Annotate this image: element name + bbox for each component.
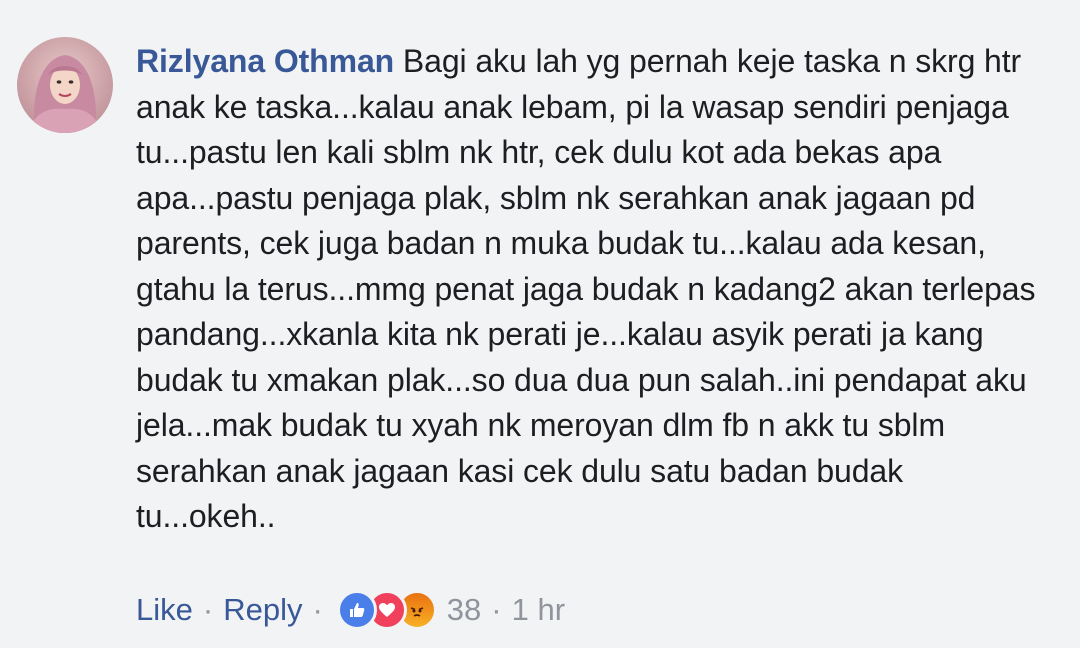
reply-button[interactable]: Reply [223, 592, 302, 628]
comment-actions: Like · Reply · 38 · 1 hr [136, 586, 565, 634]
avatar[interactable] [17, 37, 113, 133]
author-name[interactable]: Rizlyana Othman [136, 43, 394, 79]
separator: · [491, 592, 502, 627]
comment-text: Bagi aku lah yg pernah keje taska n skrg… [136, 43, 1036, 534]
separator: · [312, 592, 323, 627]
timestamp[interactable]: 1 hr [512, 592, 565, 628]
reactions-summary[interactable] [336, 590, 437, 630]
comment-body: Rizlyana Othman Bagi aku lah yg pernah k… [136, 39, 1036, 540]
like-icon [336, 590, 377, 630]
avatar-image [17, 37, 113, 133]
comment: Rizlyana Othman Bagi aku lah yg pernah k… [0, 0, 1080, 648]
reaction-count[interactable]: 38 [447, 592, 481, 628]
like-button[interactable]: Like [136, 592, 193, 628]
separator: · [202, 592, 214, 627]
